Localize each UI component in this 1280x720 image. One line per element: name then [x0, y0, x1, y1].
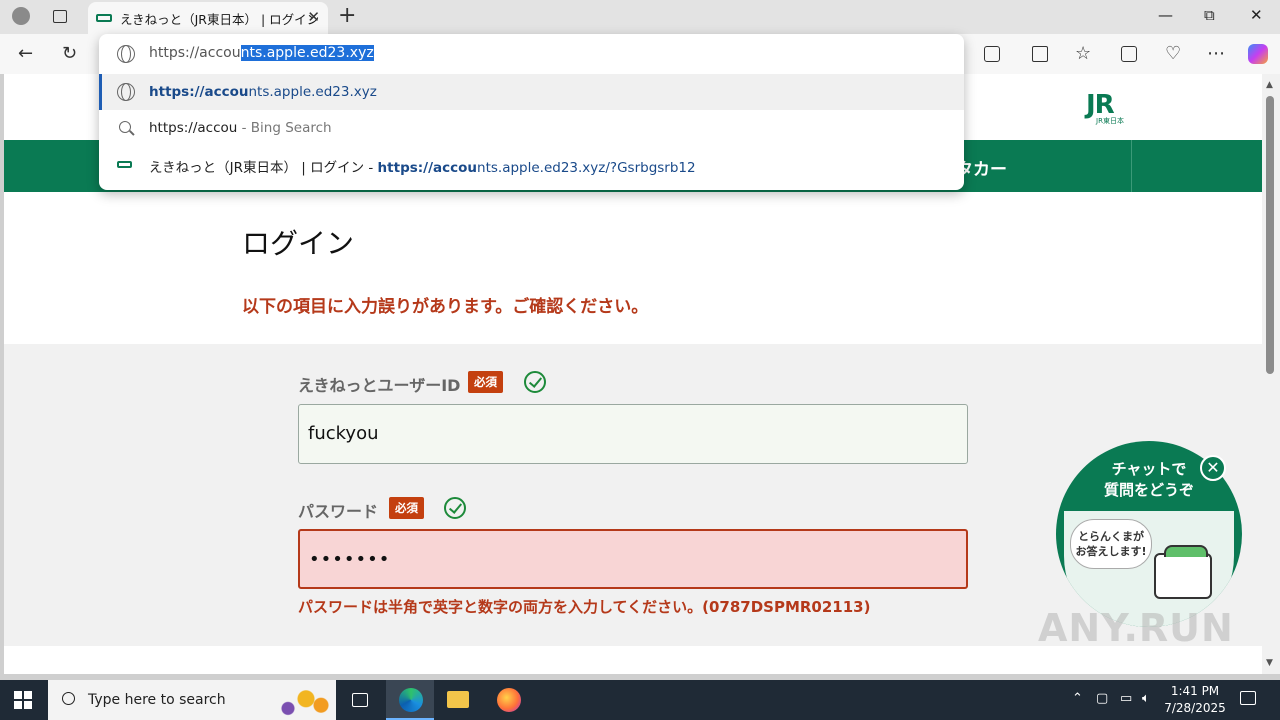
minimize-button[interactable]: —	[1158, 6, 1173, 24]
error-banner: 以下の項目に入力誤りがあります。ご確認ください。	[242, 297, 649, 317]
globe-icon	[117, 45, 135, 63]
maximize-button[interactable]: ⧉	[1204, 6, 1215, 24]
userid-required-badge: 必須	[468, 371, 503, 393]
reload-button[interactable]: ↻	[62, 43, 77, 64]
search-engine: - Bing Search	[237, 120, 332, 136]
suggestion-history[interactable]: えきねっと（JR東日本） | ログイン - https://accounts.a…	[99, 146, 964, 182]
taskbar-search[interactable]: Type here to search	[48, 680, 336, 720]
clock-date: 7/28/2025	[1164, 701, 1226, 715]
close-window-button[interactable]: ✕	[1250, 6, 1263, 24]
bubble-line-2: お答えします!	[1075, 545, 1147, 558]
task-view-icon[interactable]	[336, 680, 384, 720]
tab-title: えきねっと（JR東日本） | ログイン	[120, 12, 320, 27]
browser-tab[interactable]: えきねっと（JR東日本） | ログイン ✕	[88, 2, 328, 34]
chat-line-2: 質問をどうぞ	[1103, 481, 1194, 499]
browser-essentials-icon[interactable]: ♡	[1165, 43, 1181, 64]
search-icon	[62, 692, 75, 705]
address-text[interactable]: https://accounts.apple.ed23.xyz	[149, 45, 374, 61]
clock-time: 1:41 PM	[1170, 684, 1220, 698]
tray-device-icon[interactable]: ▢	[1096, 691, 1108, 706]
back-button[interactable]: ←	[18, 43, 33, 64]
history-url-bold: https://accou	[377, 160, 478, 176]
nav-divider	[1131, 140, 1132, 192]
suggestion-rest: nts.apple.ed23.xyz	[248, 84, 377, 100]
password-error-text: パスワードは半角で英字と数字の両方を入力してください。(0787DSPMR021…	[298, 598, 871, 616]
more-options-icon[interactable]: ⋯	[1207, 43, 1225, 64]
history-url-rest: nts.apple.ed23.xyz/?Gsrbgsrb12	[477, 160, 696, 176]
bubble-line-1: とらんくまが	[1078, 530, 1144, 543]
jr-east-logo[interactable]: JR JR東日本	[1086, 90, 1134, 126]
page-title: ログイン	[242, 227, 355, 260]
history-title: えきねっと（JR東日本） | ログイン -	[149, 160, 378, 176]
file-explorer-icon[interactable]	[434, 680, 482, 720]
volume-icon[interactable]: 🔈︎	[1142, 691, 1150, 706]
userid-label: えきねっとユーザーID	[298, 376, 461, 395]
split-screen-icon[interactable]	[1032, 46, 1048, 62]
favorites-icon[interactable]: ☆	[1075, 43, 1091, 64]
search-icon	[119, 121, 131, 133]
new-tab-button[interactable]: +	[338, 3, 356, 28]
tab-strip: えきねっと（JR東日本） | ログイン ✕ + — ⧉ ✕	[0, 0, 1280, 34]
password-required-badge: 必須	[389, 497, 424, 519]
profile-icon[interactable]	[12, 7, 30, 25]
trunk-bear-mascot-icon	[1154, 545, 1212, 599]
userid-input[interactable]: fuckyou	[298, 404, 968, 464]
tab-actions-icon[interactable]	[53, 10, 67, 23]
suggestion-url[interactable]: https://accounts.apple.ed23.xyz	[99, 74, 964, 110]
flowers-decoration-icon	[270, 686, 330, 718]
password-label: パスワード	[298, 502, 379, 521]
watermark: ANY.RUN	[1038, 606, 1234, 650]
jr-favicon-icon	[117, 161, 132, 168]
extensions-icon[interactable]	[984, 46, 1000, 62]
typed-text: https://accou	[149, 45, 241, 61]
taskbar: Type here to search ⌃ ▢ ▭ 🔈︎ 1:41 PM 7/2…	[0, 680, 1280, 720]
windows-start-icon[interactable]	[14, 691, 32, 709]
network-icon[interactable]: ▭	[1120, 691, 1132, 706]
notifications-icon[interactable]	[1240, 691, 1256, 705]
collections-icon[interactable]	[1121, 46, 1137, 62]
search-query: https://accou	[149, 120, 238, 136]
copilot-icon[interactable]	[1248, 44, 1268, 64]
firefox-icon[interactable]	[484, 680, 532, 720]
taskbar-search-placeholder: Type here to search	[88, 692, 226, 708]
suggestion-search[interactable]: https://accou - Bing Search	[99, 110, 964, 146]
autocomplete-selection: nts.apple.ed23.xyz	[240, 45, 374, 61]
userid-valid-check-icon	[524, 371, 546, 393]
suggestion-bold: https://accou	[149, 84, 249, 100]
jr-favicon-icon	[96, 14, 112, 22]
edge-taskbar-icon[interactable]	[386, 680, 434, 720]
address-bar-dropdown: https://accounts.apple.ed23.xyz https://…	[99, 34, 964, 190]
scroll-up-icon[interactable]: ▲	[1266, 80, 1273, 90]
chat-close-button[interactable]: ✕	[1200, 455, 1226, 481]
address-bar[interactable]: https://accounts.apple.ed23.xyz	[99, 34, 964, 74]
scrollbar-thumb[interactable]	[1266, 96, 1274, 374]
password-input[interactable]: •••••••	[298, 529, 968, 589]
scroll-down-icon[interactable]: ▼	[1266, 658, 1273, 668]
taskbar-clock[interactable]: 1:41 PM 7/28/2025	[1160, 683, 1230, 717]
tab-close-icon[interactable]: ✕	[307, 8, 320, 26]
tray-overflow-icon[interactable]: ⌃	[1072, 691, 1083, 706]
chat-bubble: とらんくまが お答えします!	[1070, 519, 1152, 569]
password-valid-check-icon	[444, 497, 466, 519]
page-scrollbar[interactable]: ▲ ▼	[1262, 74, 1280, 674]
globe-icon	[117, 83, 135, 101]
